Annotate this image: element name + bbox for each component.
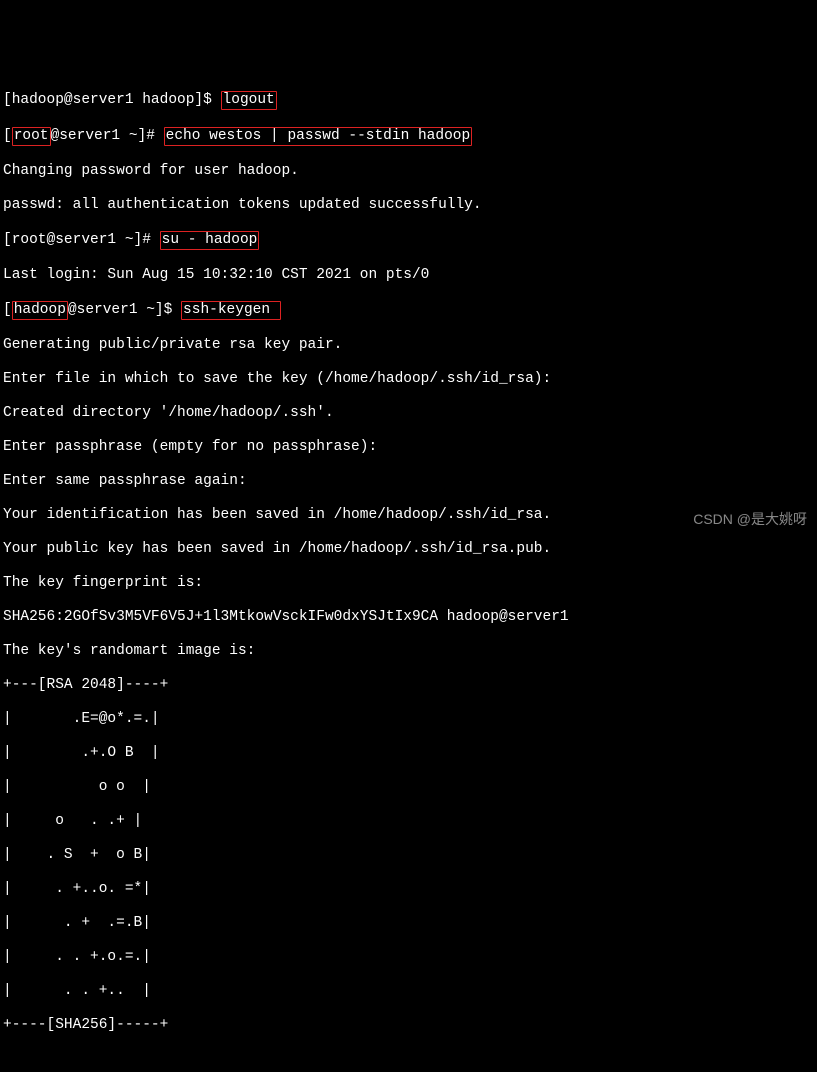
randomart-line: | . + .=.B|	[3, 915, 814, 932]
bracket: [	[3, 302, 12, 318]
terminal-line: [hadoop@server1 ~]$ ssh-keygen	[3, 301, 814, 320]
terminal-line: SHA256:2GOfSv3M5VF6V5J+1l3MtkowVsckIFw0d…	[3, 609, 814, 626]
randomart-line: | .E=@o*.=.|	[3, 711, 814, 728]
cmd-su: su - hadoop	[160, 231, 260, 250]
terminal-line: passwd: all authentication tokens update…	[3, 197, 814, 214]
randomart-line: | . . +.o.=.|	[3, 949, 814, 966]
cmd-logout: logout	[221, 91, 277, 110]
terminal-line: Enter same passphrase again:	[3, 473, 814, 490]
watermark: CSDN @是大姚呀	[693, 511, 807, 528]
randomart-line: | .+.O B |	[3, 745, 814, 762]
terminal-line: [root@server1 ~]# echo westos | passwd -…	[3, 127, 814, 146]
user-root: root	[12, 127, 51, 146]
prompt-rest: @server1 ~]$	[68, 302, 181, 318]
terminal-line: [hadoop@server1 hadoop]$ logout	[3, 91, 814, 110]
terminal-output: [hadoop@server1 hadoop]$ logout [root@se…	[3, 74, 814, 1051]
terminal-line: Enter file in which to save the key (/ho…	[3, 371, 814, 388]
terminal-line: Changing password for user hadoop.	[3, 163, 814, 180]
bracket: [	[3, 128, 12, 144]
randomart-line: +----[SHA256]-----+	[3, 1017, 814, 1034]
terminal-line: Your public key has been saved in /home/…	[3, 541, 814, 558]
randomart-line: | o . .+ |	[3, 813, 814, 830]
terminal-line: [root@server1 ~]# su - hadoop	[3, 231, 814, 250]
terminal-line: Enter passphrase (empty for no passphras…	[3, 439, 814, 456]
prompt-rest: @server1 ~]#	[51, 128, 164, 144]
terminal-line: Created directory '/home/hadoop/.ssh'.	[3, 405, 814, 422]
randomart-line: | . S + o B|	[3, 847, 814, 864]
cmd-sshkeygen: ssh-keygen	[181, 301, 281, 320]
prompt: [hadoop@server1 hadoop]$	[3, 92, 221, 108]
cmd-passwd: echo westos | passwd --stdin hadoop	[164, 127, 473, 146]
randomart-line: | . . +.. |	[3, 983, 814, 1000]
terminal-line: Last login: Sun Aug 15 10:32:10 CST 2021…	[3, 267, 814, 284]
terminal-line: The key's randomart image is:	[3, 643, 814, 660]
terminal-line: Generating public/private rsa key pair.	[3, 337, 814, 354]
randomart-line: | . +..o. =*|	[3, 881, 814, 898]
randomart-line: | o o |	[3, 779, 814, 796]
prompt: [root@server1 ~]#	[3, 232, 160, 248]
terminal-line: The key fingerprint is:	[3, 575, 814, 592]
randomart-line: +---[RSA 2048]----+	[3, 677, 814, 694]
user-hadoop: hadoop	[12, 301, 68, 320]
